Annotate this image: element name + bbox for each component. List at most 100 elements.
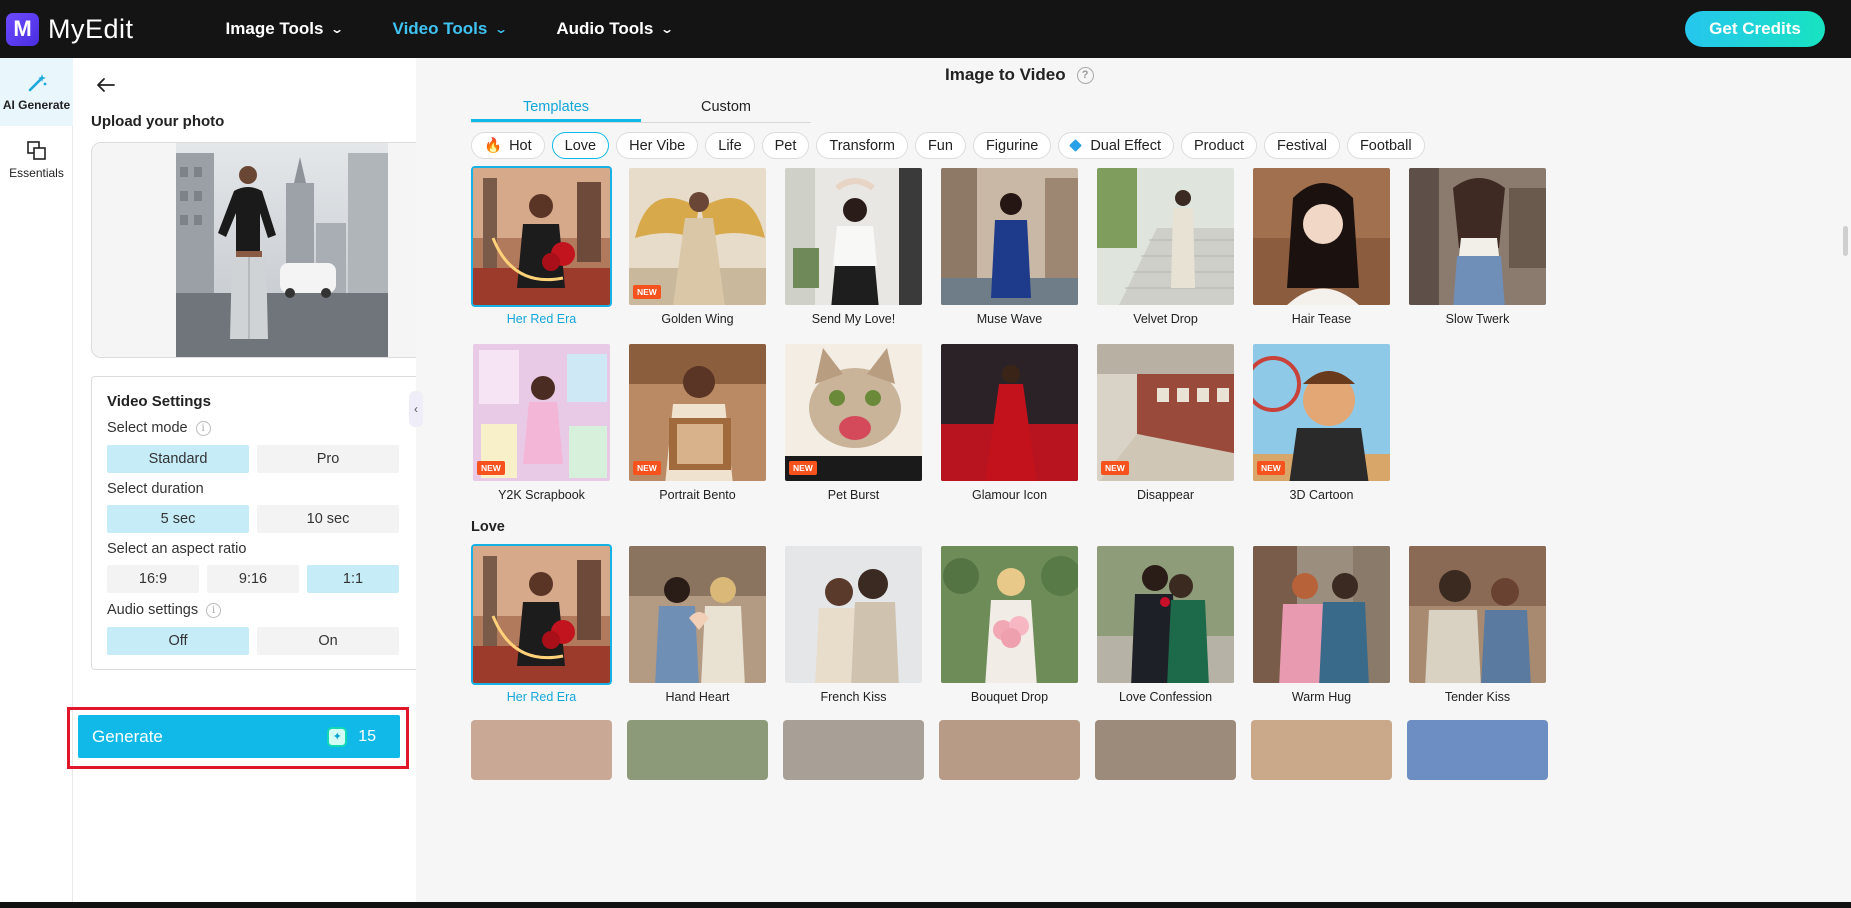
template-card[interactable]: Muse Wave [939, 166, 1080, 326]
aspect-16-9-option[interactable]: 16:9 [107, 565, 199, 593]
chip-dual-effect[interactable]: Dual Effect [1058, 132, 1174, 159]
tool-rail: AI Generate Essentials [0, 58, 73, 908]
nav-image-tools-label: Image Tools [225, 19, 324, 38]
template-label: Portrait Bento [659, 488, 736, 502]
template-thumbnail [471, 544, 612, 685]
template-card[interactable]: Her Red Era [471, 544, 612, 704]
template-card[interactable]: Love Confession [1095, 544, 1236, 704]
help-icon[interactable]: ? [1076, 66, 1094, 84]
info-icon[interactable]: i [195, 420, 211, 436]
chip-life[interactable]: Life [705, 132, 755, 159]
template-card[interactable]: Slow Twerk [1407, 166, 1548, 326]
template-thumbnail [627, 720, 768, 780]
layers-icon [26, 141, 46, 160]
template-thumbnail [783, 720, 924, 780]
template-card[interactable]: NEW Pet Burst [783, 342, 924, 502]
template-thumbnail [627, 544, 768, 685]
mode-label-row: Select mode i [107, 420, 211, 436]
new-badge: NEW [1257, 461, 1285, 475]
category-chips: 🔥 Hot Love Her Vibe Life Pet Transform Fu… [471, 132, 1432, 159]
template-card[interactable]: Tender Kiss [1407, 544, 1548, 704]
nav-video-tools[interactable]: Video Tools ⌄ [392, 19, 509, 39]
template-card[interactable]: Hand Heart [627, 544, 768, 704]
generate-cost: ✦ 15 [327, 726, 376, 747]
template-card[interactable] [1407, 720, 1548, 780]
chevron-down-icon: ⌄ [330, 22, 345, 36]
nav-video-tools-label: Video Tools [392, 19, 488, 38]
template-card[interactable] [471, 720, 612, 780]
template-card[interactable]: French Kiss [783, 544, 924, 704]
aspect-9-16-option[interactable]: 9:16 [207, 565, 299, 593]
generate-button[interactable]: Generate ✦ 15 [78, 715, 400, 758]
duration-5sec-option[interactable]: 5 sec [107, 505, 249, 533]
chip-football[interactable]: Football [1346, 132, 1425, 159]
template-card[interactable] [627, 720, 768, 780]
template-thumbnail: NEW [1095, 342, 1236, 483]
tab-templates[interactable]: Templates [471, 93, 641, 122]
nav-audio-tools[interactable]: Audio Tools ⌄ [556, 19, 674, 39]
template-card[interactable] [1251, 720, 1392, 780]
app-logo[interactable]: M MyEdit [6, 12, 134, 46]
chip-figurine[interactable]: Figurine [972, 132, 1052, 159]
template-thumbnail [1095, 166, 1236, 307]
rail-item-ai-generate[interactable]: AI Generate [0, 58, 73, 126]
chip-her-vibe[interactable]: Her Vibe [616, 132, 699, 159]
template-thumbnail [1251, 720, 1392, 780]
uploaded-photo [176, 143, 388, 357]
get-credits-button[interactable]: Get Credits [1685, 11, 1825, 47]
template-card[interactable]: Warm Hug [1251, 544, 1392, 704]
template-card[interactable]: NEW Portrait Bento [627, 342, 768, 502]
info-icon[interactable]: i [206, 602, 222, 618]
template-card[interactable]: NEW Disappear [1095, 342, 1236, 502]
audio-on-option[interactable]: On [257, 627, 399, 655]
template-card[interactable] [783, 720, 924, 780]
template-thumbnail: NEW [1251, 342, 1392, 483]
template-thumbnail [1251, 544, 1392, 685]
chip-hot[interactable]: 🔥 Hot [471, 132, 545, 159]
audio-off-option[interactable]: Off [107, 627, 249, 655]
back-arrow-icon[interactable] [91, 70, 121, 100]
template-card[interactable] [1095, 720, 1236, 780]
magic-wand-icon [28, 74, 46, 92]
template-card[interactable]: Glamour Icon [939, 342, 1080, 502]
aspect-1-1-option[interactable]: 1:1 [307, 565, 399, 593]
upload-photo-area[interactable] [91, 142, 472, 358]
template-card[interactable]: NEW Golden Wing [627, 166, 768, 326]
template-thumbnail [1407, 720, 1548, 780]
template-card[interactable]: Bouquet Drop [939, 544, 1080, 704]
aspect-label: Select an aspect ratio [107, 541, 247, 557]
template-card[interactable]: Velvet Drop [1095, 166, 1236, 326]
template-thumbnail: NEW [783, 342, 924, 483]
collapse-panel-handle[interactable]: ‹ [409, 391, 423, 427]
main-nav: Image Tools ⌄ Video Tools ⌄ Audio Tools … [226, 19, 723, 39]
rail-item-essentials[interactable]: Essentials [0, 126, 73, 194]
chip-transform[interactable]: Transform [816, 132, 908, 159]
template-card[interactable]: Send My Love! [783, 166, 924, 326]
love-templates-row-2 [471, 720, 1563, 780]
love-templates-row: Her Red Era Hand Heart French Kiss Bouqu… [471, 544, 1563, 704]
tab-custom[interactable]: Custom [641, 93, 811, 122]
vertical-scrollbar[interactable] [1843, 226, 1848, 256]
chip-love[interactable]: Love [551, 132, 610, 159]
template-thumbnail [1251, 166, 1392, 307]
template-card[interactable]: NEW Y2K Scrapbook [471, 342, 612, 502]
duration-10sec-option[interactable]: 10 sec [257, 505, 399, 533]
mode-standard-option[interactable]: Standard [107, 445, 249, 473]
new-badge: NEW [633, 285, 661, 299]
chip-pet[interactable]: Pet [761, 132, 810, 159]
template-label: Send My Love! [811, 312, 896, 326]
section-title-love: Love [471, 519, 505, 535]
template-card[interactable]: NEW 3D Cartoon [1251, 342, 1392, 502]
chip-fun[interactable]: Fun [914, 132, 966, 159]
rail-item-label: AI Generate [2, 98, 71, 112]
mode-pro-option[interactable]: Pro [257, 445, 399, 473]
page-title: Image to Video [945, 65, 1066, 84]
template-card[interactable]: Her Red Era [471, 166, 612, 326]
template-label: French Kiss [820, 690, 887, 704]
chip-product[interactable]: Product [1181, 132, 1257, 159]
chevron-down-icon: ⌄ [494, 22, 509, 36]
template-card[interactable] [939, 720, 1080, 780]
chip-festival[interactable]: Festival [1263, 132, 1340, 159]
nav-image-tools[interactable]: Image Tools ⌄ [225, 19, 345, 39]
template-card[interactable]: Hair Tease [1251, 166, 1392, 326]
